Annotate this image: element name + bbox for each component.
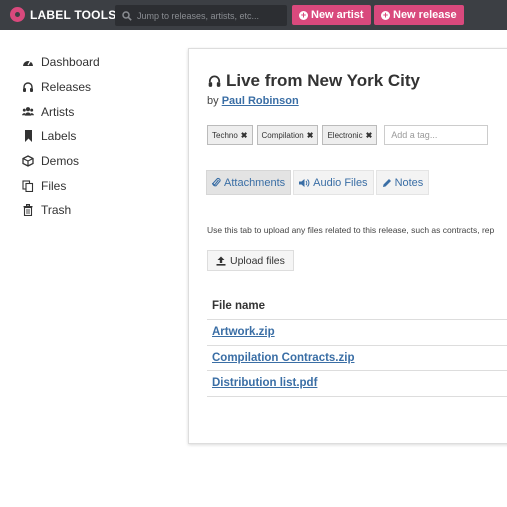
headphones-icon: [208, 75, 221, 87]
artist-link[interactable]: Paul Robinson: [222, 95, 299, 107]
search-input[interactable]: [137, 10, 285, 21]
table-row: Artwork.zip: [207, 320, 507, 346]
sidebar-item-label: Releases: [41, 80, 92, 95]
bookmark-icon: [22, 130, 34, 143]
trash-icon: [22, 204, 34, 217]
tab-label: Notes: [394, 176, 424, 189]
column-header-file-name: File name: [212, 299, 266, 312]
tag-chip[interactable]: Compilation ✖: [256, 125, 319, 145]
table-row: Compilation Contracts.zip: [207, 346, 507, 371]
tag-label: Electronic: [327, 130, 363, 140]
upload-label: Upload files: [230, 254, 285, 267]
add-tag-input[interactable]: [384, 125, 489, 145]
new-release-label: New release: [393, 9, 457, 21]
sidebar-item-dashboard[interactable]: Dashboard: [0, 50, 170, 75]
search-box[interactable]: [115, 5, 287, 26]
sidebar-item-labels[interactable]: Labels: [0, 124, 170, 149]
new-release-button[interactable]: + New release: [374, 5, 464, 25]
by-prefix: by: [207, 95, 219, 107]
release-header: Live from New York City: [207, 71, 420, 91]
upload-icon: [216, 256, 226, 266]
sidebar-item-label: Demos: [41, 154, 80, 169]
paperclip-icon: [212, 177, 221, 188]
tag-label: Compilation: [261, 130, 304, 140]
files-table: File name Artwork.zip Compilation Contra…: [207, 292, 507, 397]
page-title: Live from New York City: [226, 71, 420, 90]
tag-list: Techno ✖ Compilation ✖ Electronic ✖: [207, 125, 489, 145]
table-row: Distribution list.pdf: [207, 371, 507, 397]
sidebar-item-label: Artists: [41, 104, 75, 119]
headphones-icon: [22, 81, 34, 93]
release-tabs: Attachments Audio Files Notes: [206, 170, 431, 195]
files-icon: [22, 180, 34, 192]
sidebar-item-trash[interactable]: Trash: [0, 198, 170, 223]
tab-audio-files[interactable]: Audio Files: [293, 170, 374, 195]
file-link[interactable]: Compilation Contracts.zip: [212, 352, 354, 364]
upload-files-button[interactable]: Upload files: [207, 250, 294, 271]
sidebar-item-files[interactable]: Files: [0, 173, 170, 198]
sidebar-item-demos[interactable]: Demos: [0, 149, 170, 174]
cube-icon: [22, 155, 34, 167]
tab-notes[interactable]: Notes: [375, 170, 430, 195]
plus-circle-icon: +: [381, 9, 390, 20]
sidebar-item-label: Files: [41, 178, 67, 193]
remove-tag-icon[interactable]: ✖: [241, 131, 248, 140]
tag-label: Techno: [212, 130, 238, 140]
search-icon: [122, 10, 132, 21]
logo-text: LABEL TOOLS: [30, 7, 117, 22]
sidebar-item-label: Trash: [41, 203, 72, 218]
pencil-icon: [382, 178, 392, 188]
app-logo[interactable]: LABEL TOOLS: [10, 7, 116, 22]
record-icon: [10, 7, 25, 22]
attachments-description: Use this tab to upload any files related…: [207, 225, 495, 235]
file-link[interactable]: Distribution list.pdf: [212, 377, 317, 389]
users-icon: [22, 106, 34, 118]
remove-tag-icon[interactable]: ✖: [366, 131, 373, 140]
tag-chip[interactable]: Techno ✖: [207, 125, 253, 145]
sidebar-item-releases[interactable]: Releases: [0, 75, 170, 100]
tab-attachments[interactable]: Attachments: [206, 170, 292, 195]
sidebar-item-label: Labels: [41, 129, 77, 144]
sidebar-nav: Dashboard Releases Artists Labels Demos …: [0, 50, 170, 223]
sidebar-item-label: Dashboard: [41, 55, 100, 70]
top-navbar: LABEL TOOLS + New artist + New release: [0, 0, 507, 30]
tab-label: Attachments: [224, 176, 286, 189]
table-header: File name: [207, 292, 507, 320]
new-artist-button[interactable]: + New artist: [292, 5, 371, 25]
file-link[interactable]: Artwork.zip: [212, 326, 275, 338]
plus-circle-icon: +: [299, 9, 308, 20]
dashboard-icon: [22, 56, 34, 68]
new-artist-label: New artist: [311, 9, 364, 21]
release-byline: by Paul Robinson: [207, 95, 299, 107]
tag-chip[interactable]: Electronic ✖: [322, 125, 378, 145]
tab-label: Audio Files: [313, 176, 368, 189]
remove-tag-icon[interactable]: ✖: [307, 131, 314, 140]
release-card: Live from New York City by Paul Robinson…: [188, 48, 507, 444]
volume-icon: [299, 178, 310, 188]
sidebar-item-artists[interactable]: Artists: [0, 99, 170, 124]
